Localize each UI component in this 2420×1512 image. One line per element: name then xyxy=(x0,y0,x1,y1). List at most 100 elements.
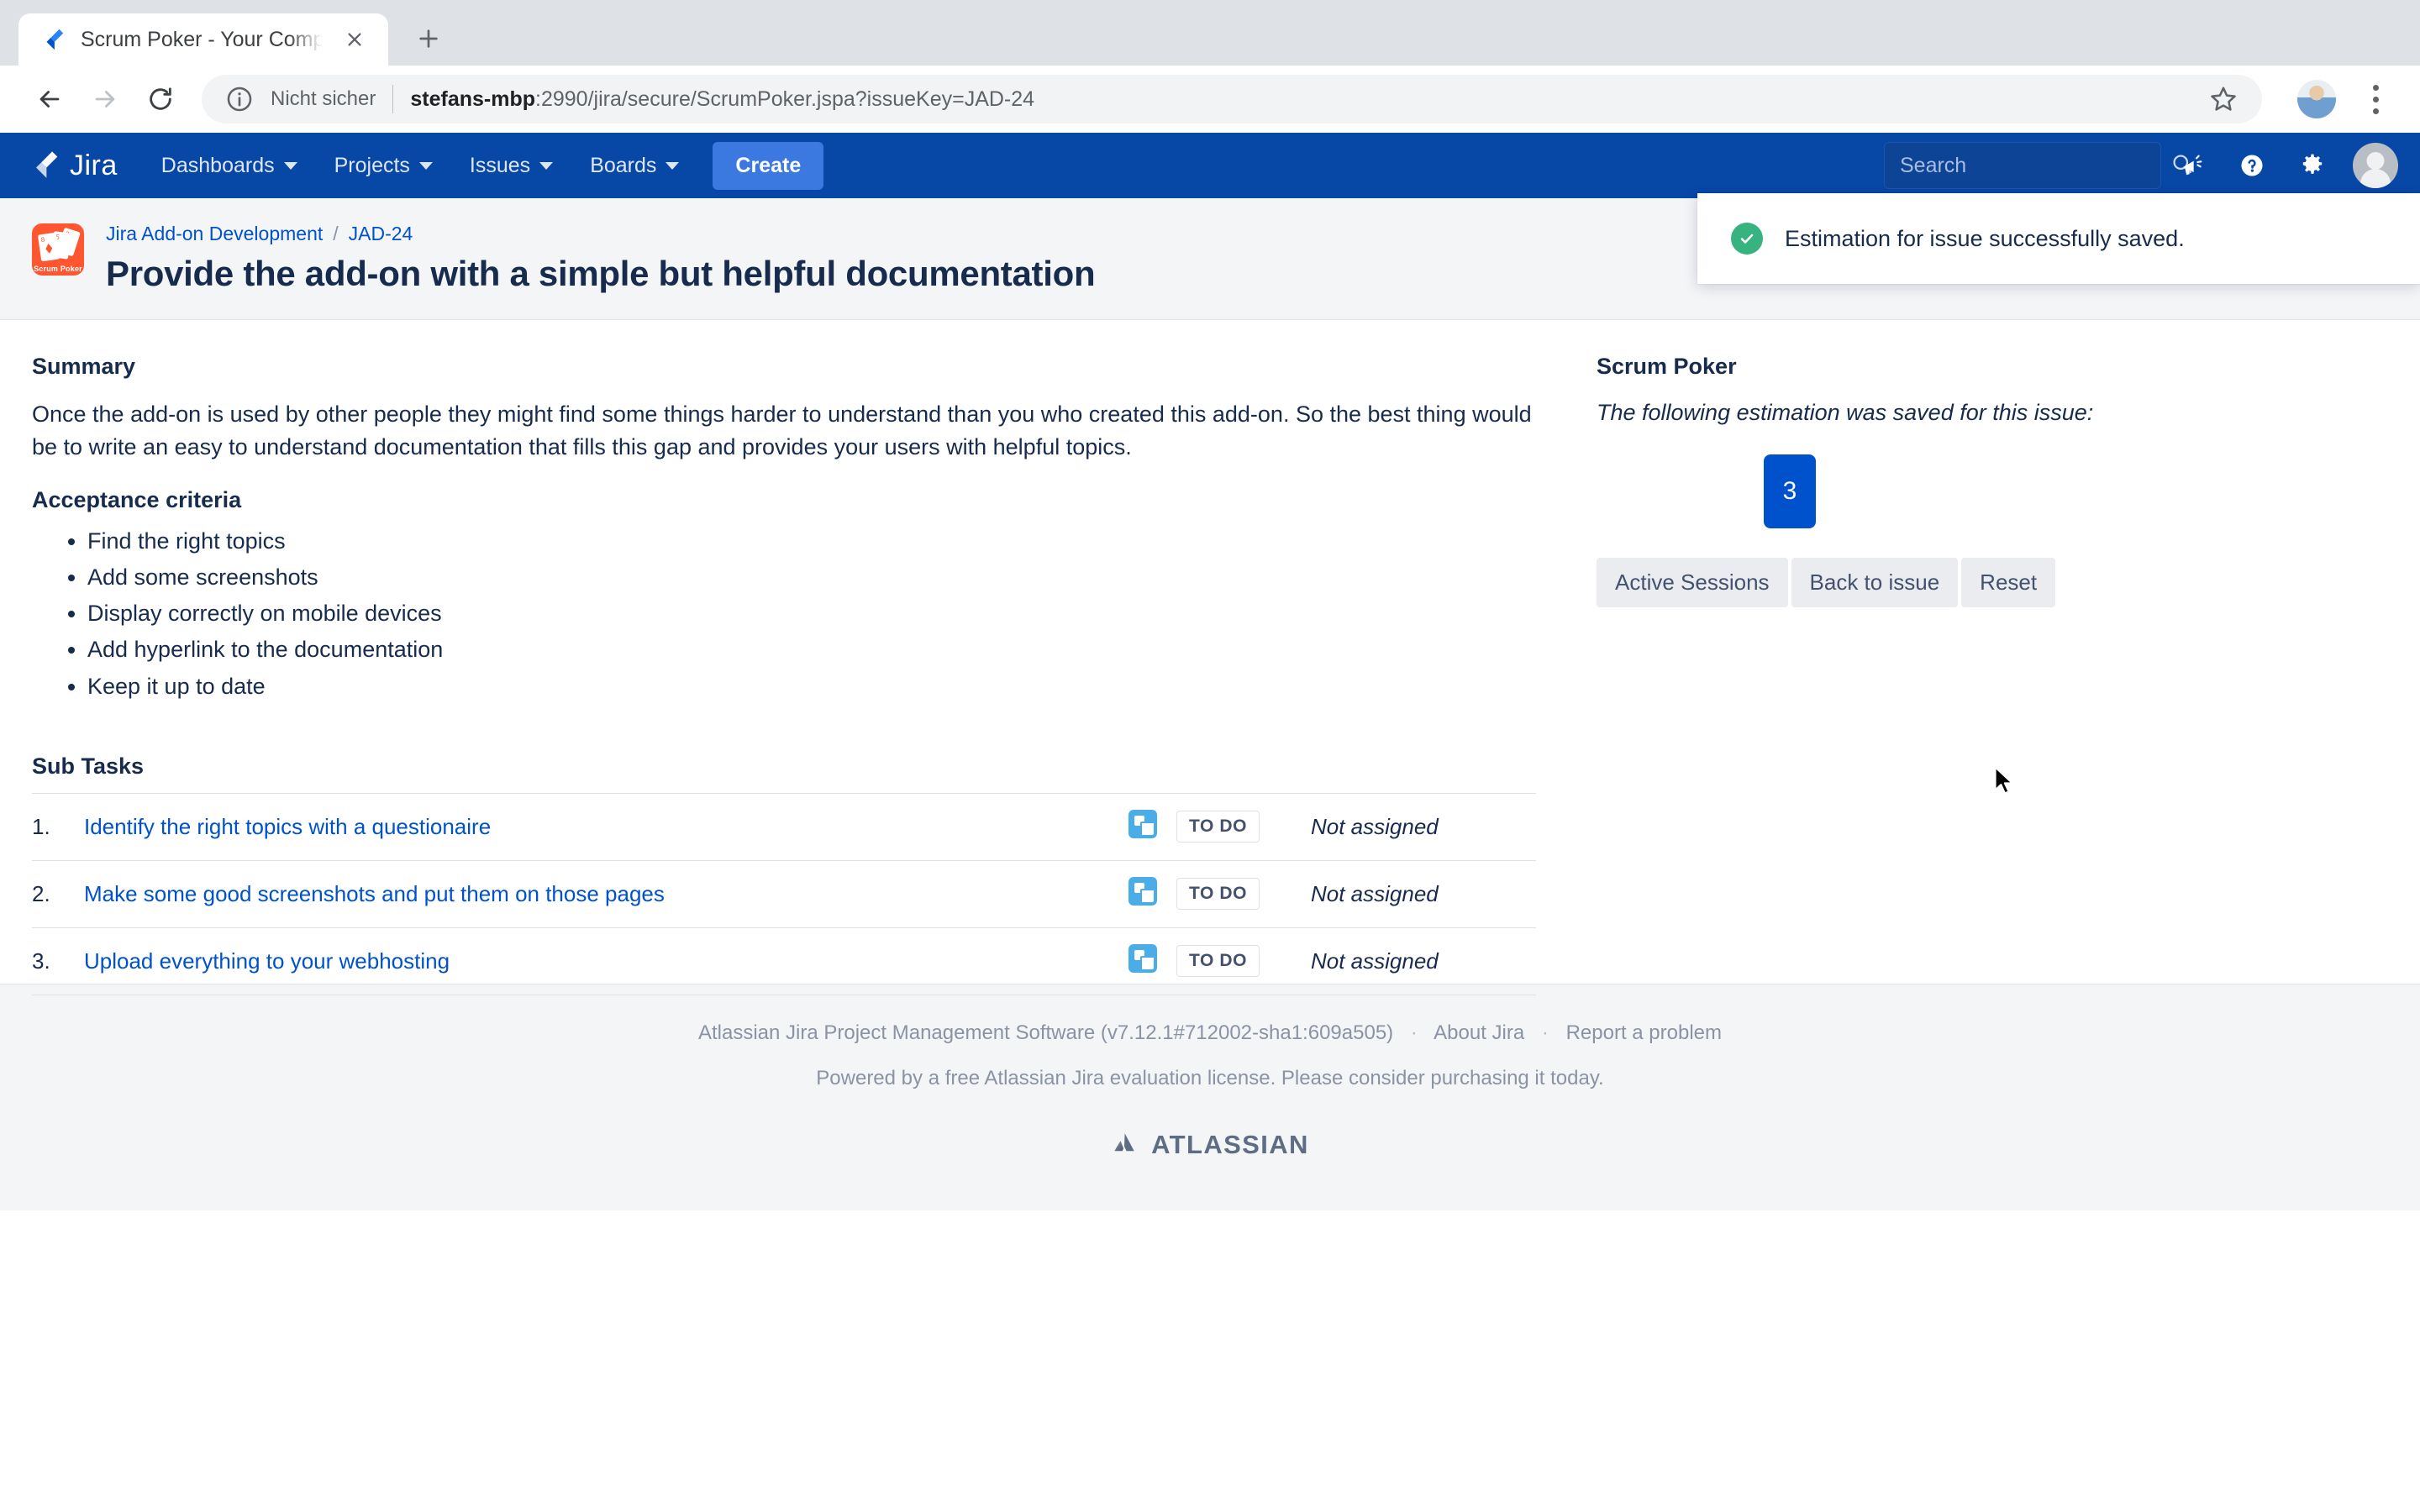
reset-button[interactable]: Reset xyxy=(1961,558,2056,607)
atlassian-logo-text: ATLASSIAN xyxy=(1151,1129,1309,1159)
browser-toolbar: Nicht sicher stefans-mbp:2990/jira/secur… xyxy=(0,66,2420,133)
user-avatar[interactable] xyxy=(2353,143,2398,188)
subtask-type-cell xyxy=(1109,927,1176,995)
browser-tab-title: Scrum Poker - Your Company J xyxy=(81,27,323,51)
megaphone-icon[interactable] xyxy=(2161,135,2222,196)
gear-icon[interactable] xyxy=(2282,135,2343,196)
subtask-type-cell xyxy=(1109,793,1176,860)
subtask-index: 3. xyxy=(32,948,50,974)
status-badge: TO DO xyxy=(1176,945,1260,978)
nav-item-label: Projects xyxy=(334,153,410,177)
url-path: :2990/jira/secure/ScrumPoker.jspa?issueK… xyxy=(535,87,1035,111)
breadcrumb-issue-key-link[interactable]: JAD-24 xyxy=(349,223,413,245)
success-toast: Estimation for issue successfully saved. xyxy=(1697,193,2420,284)
subtask-assignee: Not assigned xyxy=(1311,880,1439,906)
address-bar[interactable]: Nicht sicher stefans-mbp:2990/jira/secur… xyxy=(202,75,2262,123)
reload-icon[interactable] xyxy=(133,71,188,127)
footer-license-text: Powered by a free Atlassian Jira evaluat… xyxy=(816,1067,1604,1089)
footer-separator: · xyxy=(1410,1021,1418,1044)
address-bar-url: stefans-mbp:2990/jira/secure/ScrumPoker.… xyxy=(410,87,1034,112)
search-input[interactable] xyxy=(1900,153,2170,178)
breadcrumb-project-link[interactable]: Jira Add-on Development xyxy=(106,223,323,245)
jira-logo[interactable]: Jira xyxy=(29,149,118,183)
jira-logo-icon xyxy=(29,149,59,183)
subtask-index: 1. xyxy=(32,813,50,839)
url-host: stefans-mbp xyxy=(410,87,536,111)
jira-top-navigation: Jira Dashboards Projects Issues Boards C… xyxy=(0,133,2420,198)
subtask-status-cell: TO DO xyxy=(1176,860,1311,927)
list-item: Find the right topics xyxy=(87,523,1565,559)
jira-favicon-icon xyxy=(40,27,66,52)
nav-item-boards[interactable]: Boards xyxy=(571,133,697,198)
subtask-status-cell: TO DO xyxy=(1176,793,1311,860)
breadcrumb-separator: / xyxy=(333,223,339,244)
search-box[interactable] xyxy=(1884,142,2192,189)
active-sessions-button[interactable]: Active Sessions xyxy=(1597,558,1788,607)
nav-item-label: Issues xyxy=(469,153,531,177)
forward-arrow-icon[interactable] xyxy=(77,71,133,127)
help-circle-icon[interactable] xyxy=(2222,135,2282,196)
jira-nav-right-group xyxy=(1884,135,2398,196)
table-row[interactable]: 2. Make some good screenshots and put th… xyxy=(32,860,1536,927)
browser-tab-strip: Scrum Poker - Your Company J xyxy=(0,0,2420,66)
list-item: Add some screenshots xyxy=(87,559,1565,596)
table-row[interactable]: 1. Identify the right topics with a ques… xyxy=(32,793,1536,860)
close-icon[interactable] xyxy=(338,23,371,56)
list-item: Display correctly on mobile devices xyxy=(87,596,1565,632)
summary-text: Once the add-on is used by other people … xyxy=(32,402,1532,459)
acceptance-criteria-list: Find the right topics Add some screensho… xyxy=(32,523,1565,705)
subtask-assignee: Not assigned xyxy=(1311,813,1439,839)
sub-tasks-table: 1. Identify the right topics with a ques… xyxy=(32,793,1536,995)
issue-content: Summary Once the add-on is used by other… xyxy=(0,320,2420,995)
footer-links: Atlassian Jira Project Management Softwa… xyxy=(0,1021,2420,1045)
subtask-title-cell: Identify the right topics with a questio… xyxy=(84,793,1109,860)
info-circle-icon[interactable] xyxy=(225,85,254,113)
jira-logo-text: Jira xyxy=(70,149,118,181)
browser-profile-avatar[interactable] xyxy=(2297,80,2336,118)
subtask-icon xyxy=(1128,876,1157,906)
about-jira-link[interactable]: About Jira xyxy=(1434,1021,1524,1044)
three-dot-menu-icon[interactable] xyxy=(2353,76,2398,122)
acceptance-criteria-heading: Acceptance criteria xyxy=(32,486,242,512)
new-tab-button[interactable] xyxy=(403,13,454,64)
scrum-poker-heading: Scrum Poker xyxy=(1597,354,1737,379)
subtask-title-cell: Make some good screenshots and put them … xyxy=(84,860,1109,927)
status-badge: TO DO xyxy=(1176,811,1260,843)
chevron-down-icon xyxy=(283,161,297,170)
back-arrow-icon[interactable] xyxy=(22,71,77,127)
back-to-issue-button[interactable]: Back to issue xyxy=(1791,558,1959,607)
footer-product-version: Atlassian Jira Project Management Softwa… xyxy=(697,1021,1394,1044)
nav-item-dashboards[interactable]: Dashboards xyxy=(143,133,316,198)
scrum-poker-panel: Scrum Poker The following estimation was… xyxy=(1597,354,2420,984)
breadcrumb: Jira Add-on Development / JAD-24 xyxy=(106,223,1095,245)
list-item: Keep it up to date xyxy=(87,669,1565,705)
browser-tab[interactable]: Scrum Poker - Your Company J xyxy=(18,13,388,66)
chevron-down-icon xyxy=(418,161,433,170)
sub-tasks-heading: Sub Tasks xyxy=(32,753,145,779)
scrum-poker-actions: Active Sessions Back to issue Reset xyxy=(1597,558,2386,607)
subtask-link[interactable]: Identify the right topics with a questio… xyxy=(84,814,491,839)
create-button[interactable]: Create xyxy=(713,141,824,190)
table-row[interactable]: 3. Upload everything to your webhosting … xyxy=(32,927,1536,995)
security-status-label: Nicht sicher xyxy=(271,87,376,110)
nav-item-issues[interactable]: Issues xyxy=(451,133,571,198)
chevron-down-icon xyxy=(666,161,680,170)
success-check-icon xyxy=(1731,223,1763,255)
bookmark-star-icon[interactable] xyxy=(2208,84,2238,114)
summary-heading: Summary xyxy=(32,354,136,379)
subtask-link[interactable]: Make some good screenshots and put them … xyxy=(84,881,665,906)
issue-header: 3 5 8 Scrum Poker Jira Add-on Developmen… xyxy=(0,193,2420,320)
nav-item-projects[interactable]: Projects xyxy=(316,133,451,198)
scrum-poker-note: The following estimation was saved for t… xyxy=(1597,400,2094,425)
atlassian-logo-icon xyxy=(1111,1129,1138,1160)
browser-window: Scrum Poker - Your Company J xyxy=(0,0,2420,1512)
subtask-title-cell: Upload everything to your webhosting xyxy=(84,927,1109,995)
issue-main-column: Summary Once the add-on is used by other… xyxy=(0,354,1597,995)
omnibox-divider xyxy=(392,85,394,113)
report-problem-link[interactable]: Report a problem xyxy=(1566,1021,1722,1044)
status-badge: TO DO xyxy=(1176,878,1260,911)
nav-item-label: Boards xyxy=(590,153,657,177)
subtask-icon xyxy=(1128,809,1157,838)
subtask-assignee: Not assigned xyxy=(1311,948,1439,974)
subtask-link[interactable]: Upload everything to your webhosting xyxy=(84,948,450,974)
